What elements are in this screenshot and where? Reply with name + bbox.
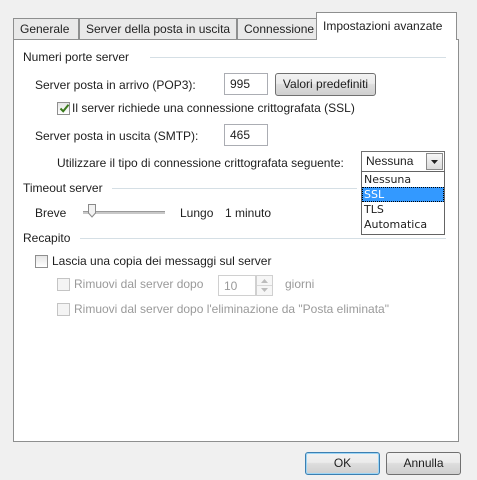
remove-after-label: Rimuovi dal server dopo	[74, 277, 204, 291]
checkmark-icon	[59, 104, 70, 113]
tab-general[interactable]: Generale	[13, 18, 79, 39]
encryption-type-dropdown: Nessuna SSL TLS Automatica	[361, 171, 445, 235]
remove-deleted-checkbox[interactable]	[57, 303, 70, 316]
dropdown-option-tls[interactable]: TLS	[362, 202, 444, 217]
dropdown-arrow-button[interactable]	[426, 153, 443, 170]
remove-deleted-label: Rimuovi dal server dopo l'eliminazione d…	[74, 302, 389, 316]
timeout-value: 1 minuto	[225, 206, 272, 220]
encryption-type-select[interactable]: Nessuna	[361, 151, 445, 172]
tab-outgoing-server[interactable]: Server della posta in uscita	[79, 18, 237, 39]
encryption-type-label: Utilizzare il tipo di connessione critto…	[57, 156, 344, 170]
dropdown-option-ssl[interactable]: SSL	[362, 187, 444, 202]
outgoing-port-label: Server posta in uscita (SMTP):	[35, 129, 199, 143]
remove-after-days-input[interactable]: 10	[218, 275, 256, 296]
days-spinner[interactable]	[256, 275, 273, 296]
leave-copy-label: Lascia una copia dei messaggi sul server	[52, 254, 272, 268]
tab-panel	[13, 39, 459, 442]
outgoing-port-input[interactable]: 465	[224, 124, 268, 146]
ports-group-divider	[150, 57, 446, 58]
incoming-port-input[interactable]: 995	[224, 73, 268, 95]
defaults-button[interactable]: Valori predefiniti	[275, 73, 376, 96]
encryption-type-value: Nessuna	[366, 154, 414, 168]
leave-copy-checkbox[interactable]	[35, 255, 48, 268]
timeout-group-title: Timeout server	[23, 181, 103, 195]
ok-button[interactable]: OK	[305, 452, 380, 475]
timeout-slider-thumb[interactable]	[88, 204, 96, 218]
ssl-required-label: Il server richiede una connessione critt…	[72, 101, 355, 115]
cancel-button[interactable]: Annulla	[386, 452, 461, 475]
dropdown-option-automatica[interactable]: Automatica	[362, 217, 444, 232]
slider-thumb-icon	[88, 204, 96, 218]
incoming-port-label: Server posta in arrivo (POP3):	[35, 78, 196, 92]
ports-group-title: Numeri porte server	[23, 50, 130, 64]
tab-advanced-settings[interactable]: Impostazioni avanzate	[316, 12, 457, 40]
spinner-arrows-icon	[257, 279, 272, 292]
timeout-long-label: Lungo	[180, 206, 214, 220]
dropdown-option-nessuna[interactable]: Nessuna	[362, 172, 444, 187]
chevron-down-icon	[431, 160, 438, 164]
timeout-short-label: Breve	[35, 206, 67, 220]
timeout-group-divider	[112, 188, 357, 189]
days-label: giorni	[285, 277, 315, 291]
delivery-group-title: Recapito	[23, 231, 71, 245]
ssl-required-checkbox[interactable]	[57, 102, 70, 115]
delivery-group-divider	[80, 238, 446, 239]
remove-after-checkbox[interactable]	[57, 278, 70, 291]
tab-connection[interactable]: Connessione	[237, 18, 317, 39]
